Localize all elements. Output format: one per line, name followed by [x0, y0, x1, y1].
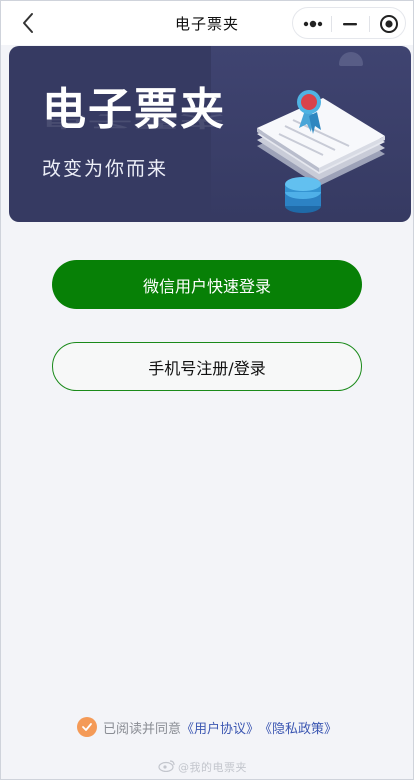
close-target-icon[interactable]	[379, 14, 399, 34]
check-circle-icon[interactable]	[76, 717, 97, 737]
banner-subtitle: 改变为你而来	[42, 158, 169, 180]
phone-register-login-button[interactable]: 手机号注册/登录	[52, 342, 362, 391]
weibo-logo-icon	[158, 760, 175, 772]
document-stack-illustration	[257, 90, 385, 213]
capsule-divider	[331, 16, 332, 32]
agreement-row: 已阅读并同意 《用户协议》 《隐私政策》	[0, 716, 414, 738]
minimize-icon[interactable]	[341, 18, 359, 30]
banner-title-reflection: 电子票夹	[42, 112, 226, 130]
privacy-policy-link[interactable]: 《隐私政策》	[259, 718, 337, 737]
nav-bar: 电子票夹	[1, 1, 413, 45]
mini-program-capsule	[292, 7, 406, 39]
watermark-text: @我的电票夹	[178, 761, 247, 774]
hero-banner: 电子票夹 电子票夹 改变为你而来	[9, 46, 411, 222]
more-dots-icon[interactable]	[302, 17, 324, 31]
wechat-quick-login-button[interactable]: 微信用户快速登录	[52, 260, 362, 309]
agreement-text: 已阅读并同意	[102, 721, 181, 737]
checkmark-icon	[82, 723, 92, 731]
user-agreement-link[interactable]: 《用户协议》	[181, 718, 259, 737]
capsule-divider	[369, 16, 370, 32]
